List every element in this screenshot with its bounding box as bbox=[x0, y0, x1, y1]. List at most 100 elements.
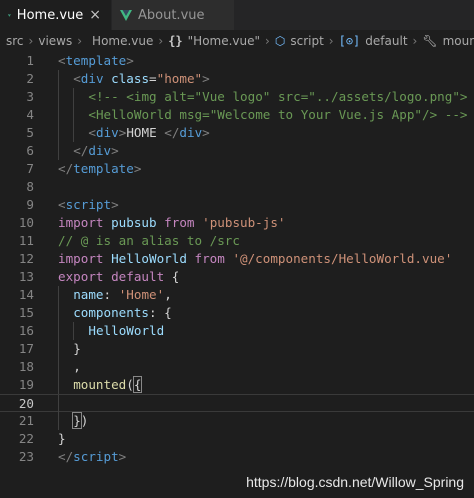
code-line[interactable]: 13 export default { bbox=[0, 268, 474, 286]
line-number: 3 bbox=[26, 89, 34, 104]
line-number: 17 bbox=[18, 341, 34, 356]
indent-guide bbox=[58, 395, 59, 413]
vue-file-icon bbox=[8, 13, 11, 17]
code-text: } bbox=[73, 341, 81, 356]
line-number: 22 bbox=[18, 431, 34, 446]
chevron-right-icon: › bbox=[265, 34, 270, 48]
code-text: <script> bbox=[58, 197, 119, 212]
code-line[interactable]: 5 <div>HOME </div> bbox=[0, 124, 474, 142]
line-number: 13 bbox=[18, 269, 34, 284]
indent-guide bbox=[73, 124, 75, 142]
code-line[interactable]: 2 <div class="home"> bbox=[0, 70, 474, 88]
code-text: import pubsub from 'pubsub-js' bbox=[58, 215, 286, 230]
braces-icon: {} bbox=[168, 34, 183, 48]
breadcrumb-default[interactable]: default bbox=[365, 34, 407, 48]
breadcrumb-file[interactable]: Home.vue bbox=[92, 34, 153, 48]
line-number: 6 bbox=[26, 143, 34, 158]
tab-bar: Home.vue × About.vue bbox=[0, 0, 474, 30]
indent-guide bbox=[73, 322, 75, 340]
indent-guide bbox=[58, 70, 59, 88]
code-text: import HelloWorld from '@/components/Hel… bbox=[58, 251, 453, 266]
indent-guide bbox=[58, 358, 59, 376]
line-number: 14 bbox=[18, 287, 34, 302]
breadcrumb-template[interactable]: "Home.vue" bbox=[188, 34, 260, 48]
code-line[interactable]: 22} bbox=[0, 430, 474, 448]
indent-guide bbox=[73, 106, 75, 124]
line-number: 11 bbox=[18, 233, 34, 248]
line-number: 2 bbox=[26, 71, 34, 86]
code-line[interactable]: 4 <HelloWorld msg="Welcome to Your Vue.js… bbox=[0, 106, 474, 124]
code-text: }) bbox=[72, 412, 89, 429]
line-number: 18 bbox=[18, 359, 34, 374]
code-line[interactable]: 3 <!-- <img alt="Vue logo" src="../assets… bbox=[0, 88, 474, 106]
tab-label: About.vue bbox=[138, 7, 205, 23]
breadcrumb-views[interactable]: views bbox=[38, 34, 72, 48]
indent-guide bbox=[58, 376, 59, 394]
line-number: 12 bbox=[18, 251, 34, 266]
code-line[interactable]: 10 import pubsub from 'pubsub-js' bbox=[0, 214, 474, 232]
line-number: 8 bbox=[26, 179, 34, 194]
code-line[interactable]: 15 components: { bbox=[0, 304, 474, 322]
code-line[interactable]: 16 HelloWorld bbox=[0, 322, 474, 340]
line-number: 1 bbox=[26, 53, 34, 68]
cube-icon: ⬡ bbox=[274, 34, 286, 48]
indent-guide bbox=[58, 88, 59, 106]
code-line[interactable]: 14 name: 'Home', bbox=[0, 286, 474, 304]
code-line[interactable]: 17} bbox=[0, 340, 474, 358]
code-line[interactable]: 20 bbox=[0, 394, 474, 413]
watermark: https://blog.csdn.net/Willow_Spring bbox=[246, 474, 464, 490]
close-tab-icon[interactable]: × bbox=[89, 7, 101, 23]
code-text: <div class="home"> bbox=[73, 71, 210, 86]
code-text: components: { bbox=[73, 305, 172, 320]
code-text: // @ is an alias to /src bbox=[58, 233, 240, 248]
code-text: </div> bbox=[73, 143, 119, 158]
tab-about-vue[interactable]: About.vue bbox=[112, 0, 235, 30]
breadcrumb-script[interactable]: script bbox=[290, 34, 323, 48]
chevron-right-icon: › bbox=[28, 34, 34, 48]
tab-home-vue[interactable]: Home.vue × bbox=[0, 0, 112, 30]
code-line[interactable]: 7 </template> bbox=[0, 160, 474, 178]
code-line[interactable]: 18, bbox=[0, 358, 474, 376]
code-text: HelloWorld bbox=[88, 323, 165, 338]
code-line[interactable]: 6 </div> bbox=[0, 142, 474, 160]
code-line[interactable]: 9 <script> bbox=[0, 196, 474, 214]
code-editor[interactable]: 1 <template> 2 <div class="home"> 3 <!-- <img… bbox=[0, 52, 474, 498]
code-text: , bbox=[73, 359, 81, 374]
indent-guide bbox=[58, 124, 59, 142]
breadcrumb-src[interactable]: src bbox=[6, 34, 24, 48]
chevron-right-icon: › bbox=[328, 34, 334, 48]
code-line[interactable]: 19 mounted({ bbox=[0, 376, 474, 394]
code-text: export default { bbox=[58, 269, 180, 284]
wrench-icon: 🔧︎ bbox=[422, 34, 438, 48]
line-number: 5 bbox=[26, 125, 34, 140]
indent-guide bbox=[58, 106, 59, 124]
line-number: 15 bbox=[18, 305, 34, 320]
breadcrumb: src › views › Home.vue › {} "Home.vue" ›… bbox=[0, 30, 474, 52]
line-number: 4 bbox=[26, 107, 34, 122]
indent-guide bbox=[58, 340, 59, 358]
code-line[interactable]: 23 </script> bbox=[0, 448, 474, 466]
variable-icon: [⊙] bbox=[338, 34, 361, 48]
line-number: 10 bbox=[18, 215, 34, 230]
code-line[interactable]: 11 // @ is an alias to /src bbox=[0, 232, 474, 250]
code-line[interactable]: 12 import HelloWorld from '@/components/H… bbox=[0, 250, 474, 268]
code-text: <!-- <img alt="Vue logo" src="../assets/… bbox=[88, 89, 468, 104]
code-text: </script> bbox=[58, 449, 127, 464]
code-line[interactable]: 8 bbox=[0, 178, 474, 196]
code-line[interactable]: 21}) bbox=[0, 412, 474, 430]
code-text: <template> bbox=[58, 53, 134, 68]
tab-label: Home.vue bbox=[16, 7, 84, 23]
line-number: 21 bbox=[18, 413, 34, 428]
indent-guide bbox=[73, 88, 75, 106]
indent-guide bbox=[58, 304, 59, 322]
indent-guide bbox=[58, 142, 59, 160]
code-text: mounted({ bbox=[73, 376, 143, 393]
code-text: name: 'Home', bbox=[73, 287, 172, 302]
breadcrumb-mounted[interactable]: mount bbox=[443, 34, 474, 48]
code-text: <div>HOME </div> bbox=[88, 125, 210, 140]
text-cursor bbox=[141, 376, 143, 391]
code-line[interactable]: 1 <template> bbox=[0, 52, 474, 70]
line-number: 16 bbox=[18, 323, 34, 338]
line-number: 20 bbox=[18, 396, 34, 411]
chevron-right-icon: › bbox=[77, 34, 83, 48]
